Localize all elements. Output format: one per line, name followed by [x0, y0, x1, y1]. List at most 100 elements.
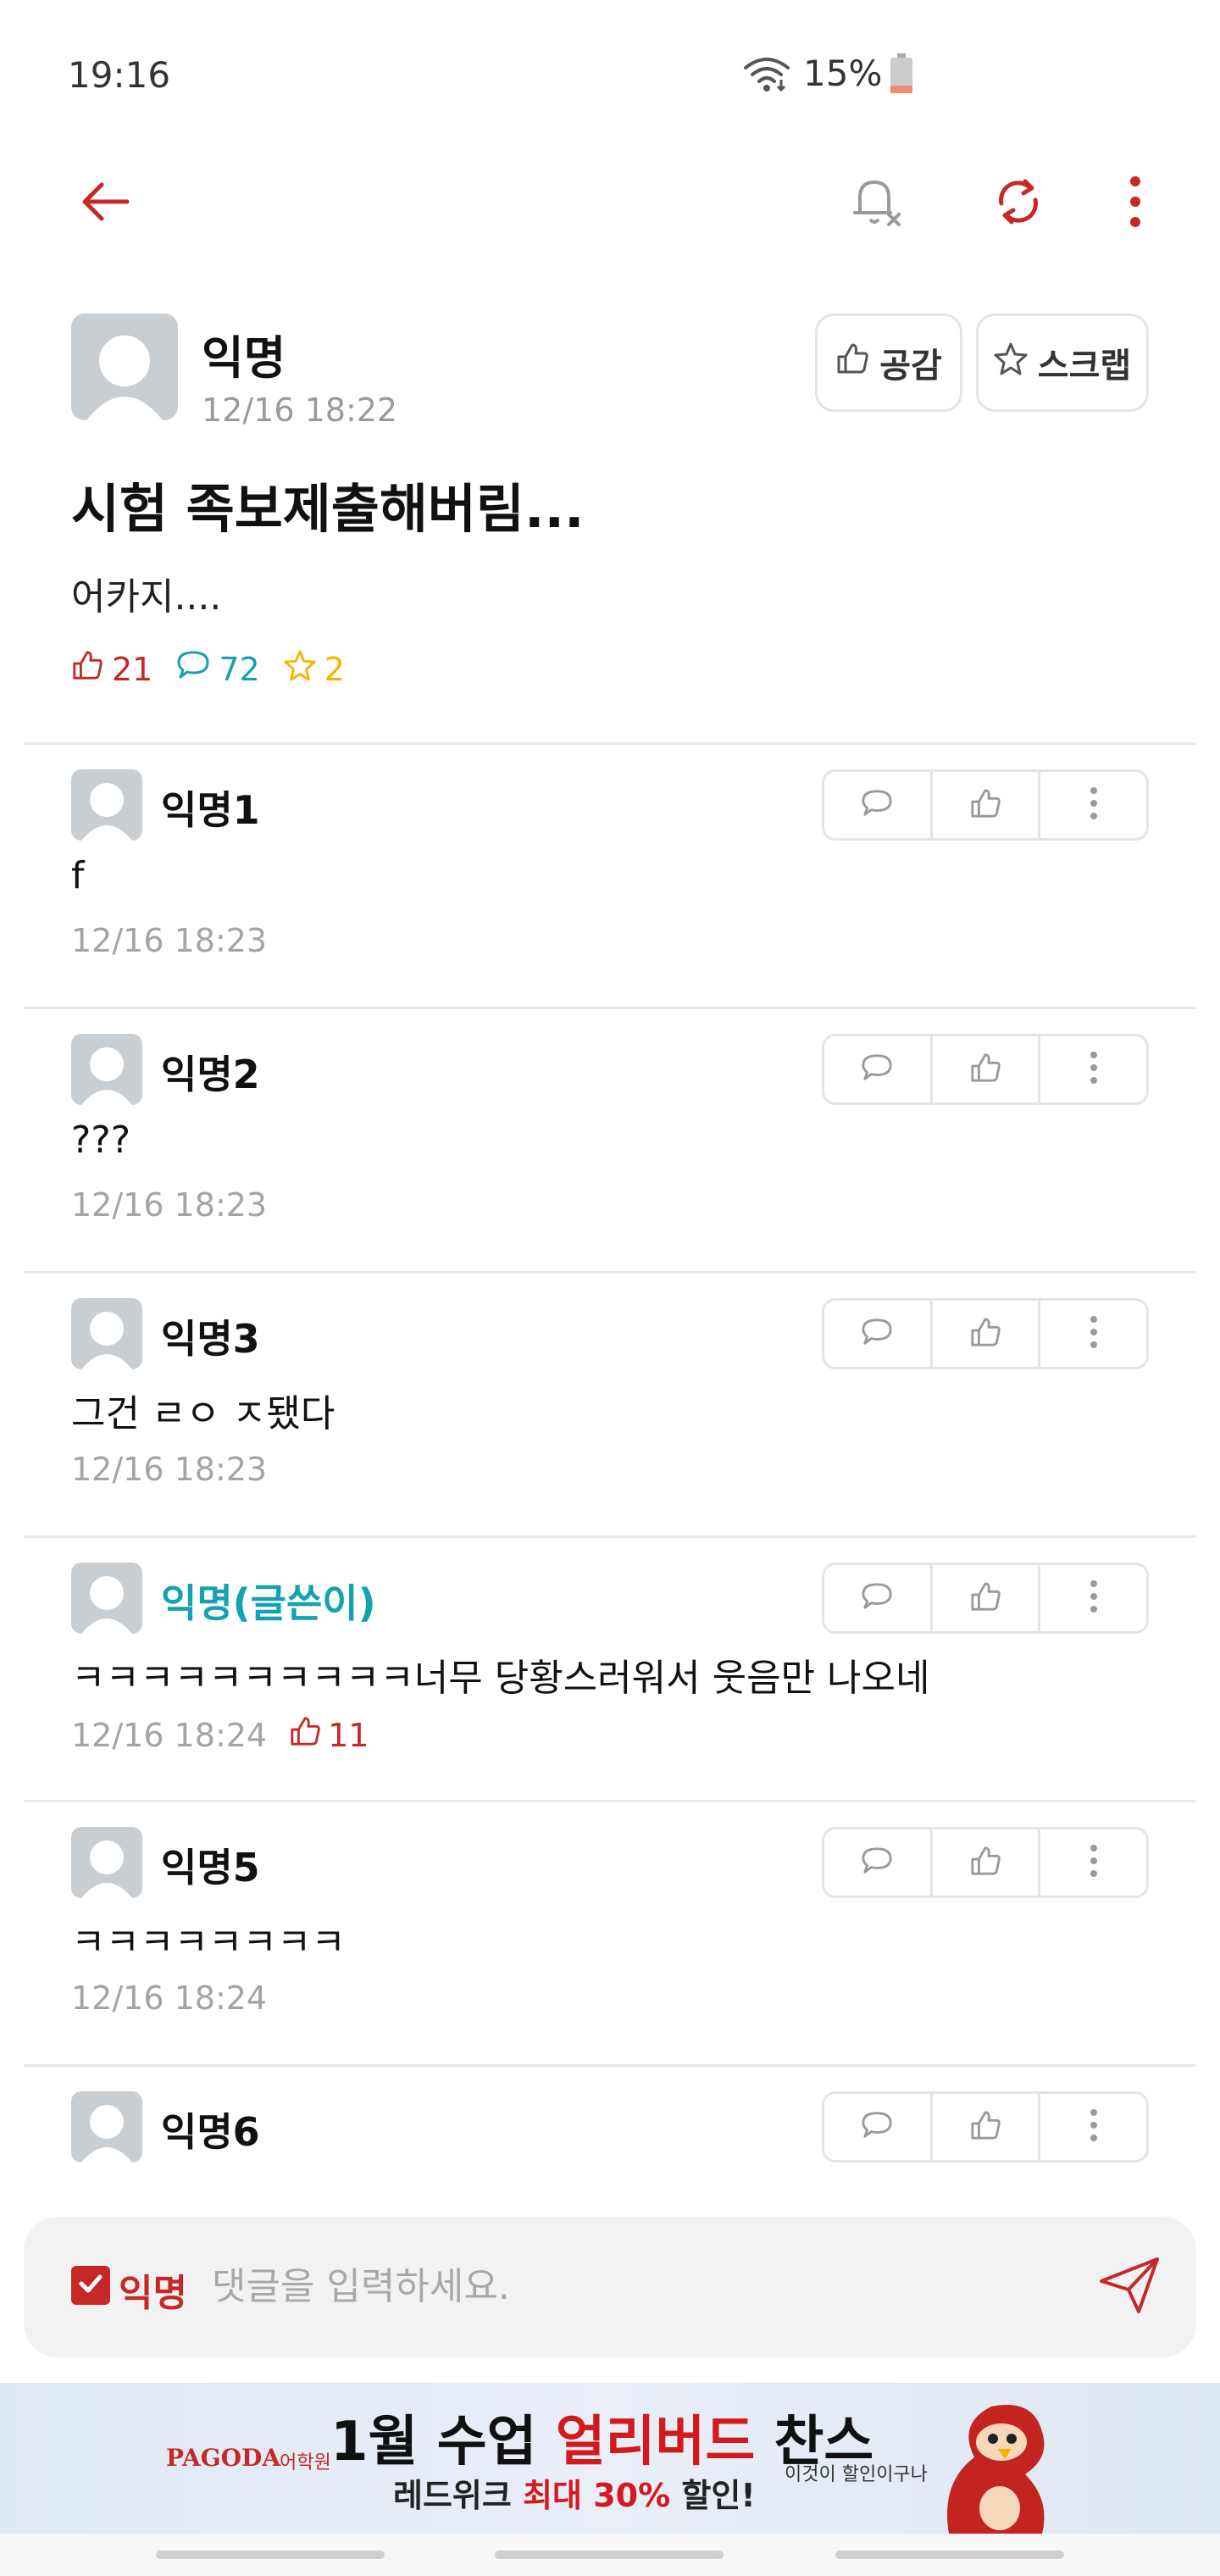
- comment-item: 익명(글쓴이) ㅋㅋㅋㅋㅋㅋㅋㅋㅋㅋ너무 당황스러워서 웃음만 나오네 12/1…: [0, 1537, 1220, 1800]
- scrap-button[interactable]: 스크랩: [976, 314, 1149, 412]
- mascot-image: [923, 2390, 1068, 2534]
- star-icon: [284, 649, 324, 689]
- nav-back-handle[interactable]: [835, 2551, 1064, 2559]
- nav-home-handle[interactable]: [495, 2551, 724, 2559]
- reply-button[interactable]: [824, 1301, 933, 1367]
- comment-more-button[interactable]: [1040, 1565, 1146, 1631]
- comment-like-button[interactable]: [933, 1829, 1041, 1896]
- ad-brand-sub: 어학원: [280, 2452, 331, 2473]
- comment-like-button[interactable]: [933, 1565, 1041, 1631]
- ad-note: 이것이 할인이구나: [785, 2464, 928, 2485]
- comment-time-value: 12/16 18:23: [71, 1186, 268, 1224]
- comment-bubble-icon: [860, 1052, 894, 1086]
- post-body: 어카지....: [71, 575, 222, 619]
- reply-button[interactable]: [824, 2094, 933, 2160]
- more-vertical-icon: [1090, 1051, 1098, 1088]
- thumbs-up-icon: [969, 1316, 1001, 1352]
- status-right: 15%: [742, 53, 914, 94]
- comment-item: 익명6: [0, 2066, 1220, 2201]
- comment-text: ㅋㅋㅋㅋㅋㅋㅋㅋ: [71, 1921, 346, 1964]
- comment-bubble-icon: [176, 649, 219, 689]
- comment-author: 익명3: [161, 1316, 260, 1362]
- comment-actions: [822, 769, 1149, 841]
- back-arrow-icon: [80, 180, 130, 226]
- comment-time: 12/16 18:23: [71, 1451, 267, 1488]
- comment-bubble-icon: [860, 1581, 894, 1615]
- send-button[interactable]: [1091, 2249, 1167, 2325]
- refresh-button[interactable]: [976, 161, 1061, 246]
- more-vertical-icon: [1090, 2108, 1098, 2146]
- comment-actions: [822, 2091, 1149, 2162]
- comment-more-button[interactable]: [1040, 772, 1146, 838]
- post-title: 시험 족보제출해버림...: [71, 478, 585, 540]
- battery-percent: 15%: [803, 53, 883, 94]
- anonymous-label: 익명: [119, 2272, 187, 2315]
- comment-item: 익명1 f 12/16 18:23: [0, 744, 1220, 1007]
- notification-off-button[interactable]: [834, 161, 918, 246]
- ad-sub-highlight: 최대 30%: [523, 2477, 671, 2514]
- comment-item: 익명5 ㅋㅋㅋㅋㅋㅋㅋㅋ 12/16 18:24: [0, 1802, 1220, 2064]
- more-vertical-icon: [1090, 786, 1098, 824]
- ad-banner[interactable]: PAGODA 어학원 1월 수업 얼리버드 찬스 레드위크 최대 30% 할인!…: [0, 2383, 1220, 2534]
- comment-like-button[interactable]: [933, 772, 1041, 838]
- avatar: [71, 1298, 142, 1369]
- comment-time-value: 12/16 18:24: [71, 1979, 268, 2017]
- comment-count-value: 72: [219, 650, 260, 688]
- ad-brand: PAGODA: [166, 2444, 281, 2472]
- comment-time: 12/16 18:24 11: [71, 1715, 369, 1755]
- ad-headline-pre: 1월 수업: [330, 2411, 556, 2473]
- reply-button[interactable]: [824, 1036, 933, 1102]
- reply-button[interactable]: [824, 1829, 933, 1896]
- comment-more-button[interactable]: [1040, 1829, 1146, 1896]
- post-time: 12/16 18:22: [202, 391, 398, 429]
- comment-author: 익명2: [161, 1052, 260, 1097]
- app-bar: [0, 153, 1220, 254]
- like-button[interactable]: 공감: [815, 314, 962, 412]
- back-button[interactable]: [63, 161, 147, 246]
- comment-input[interactable]: [212, 2252, 1042, 2320]
- comment-more-button[interactable]: [1040, 1036, 1146, 1102]
- like-button-label: 공감: [879, 347, 942, 386]
- comment-like-button[interactable]: [933, 2094, 1041, 2160]
- wifi-icon: [742, 54, 791, 93]
- status-bar: 19:16 15%: [0, 0, 1220, 153]
- more-options-button[interactable]: [1093, 161, 1178, 246]
- ad-subline: 레드위크 최대 30% 할인!: [393, 2469, 756, 2516]
- nav-recent-handle[interactable]: [156, 2551, 385, 2559]
- system-nav-bar: [0, 2534, 1220, 2576]
- scrap-button-label: 스크랩: [1037, 347, 1132, 386]
- like-count-value: 21: [112, 650, 153, 688]
- status-time: 19:16: [68, 54, 171, 96]
- scrap-count-value: 2: [324, 650, 345, 688]
- comment-actions: [822, 1827, 1149, 1898]
- more-vertical-icon: [1090, 1579, 1098, 1617]
- thumbs-up-icon: [969, 787, 1001, 823]
- bell-off-icon: [846, 172, 906, 235]
- star-icon: [994, 341, 1038, 384]
- refresh-icon: [991, 175, 1045, 232]
- comment-time: 12/16 18:24: [71, 1979, 267, 2017]
- avatar: [71, 1034, 142, 1105]
- comment-actions: [822, 1298, 1149, 1369]
- reply-button[interactable]: [824, 1565, 933, 1631]
- comment-bubble-icon: [860, 1846, 894, 1879]
- like-count: 21: [71, 649, 152, 689]
- battery-icon: [889, 53, 914, 94]
- reply-button[interactable]: [824, 772, 933, 838]
- comment-time-value: 12/16 18:23: [71, 1451, 268, 1488]
- avatar: [71, 2091, 142, 2162]
- comment-bubble-icon: [860, 1317, 894, 1351]
- avatar: [71, 1827, 142, 1898]
- post-stats: 21 72 2: [71, 649, 369, 689]
- more-vertical-icon: [1090, 1844, 1098, 1881]
- comment-like-button[interactable]: [933, 1036, 1041, 1102]
- comment-item: 익명3 그건 ㄹㅇ ㅈ됐다 12/16 18:23: [0, 1273, 1220, 1535]
- comment-more-button[interactable]: [1040, 1301, 1146, 1367]
- comment-time: 12/16 18:23: [71, 922, 267, 959]
- anonymous-checkbox[interactable]: [71, 2266, 110, 2305]
- scrap-count: 2: [284, 649, 345, 689]
- comment-like-button[interactable]: [933, 1301, 1041, 1367]
- comment-more-button[interactable]: [1040, 2094, 1146, 2160]
- comment-count: 72: [176, 649, 260, 689]
- comment-like-count: 11: [289, 1715, 369, 1755]
